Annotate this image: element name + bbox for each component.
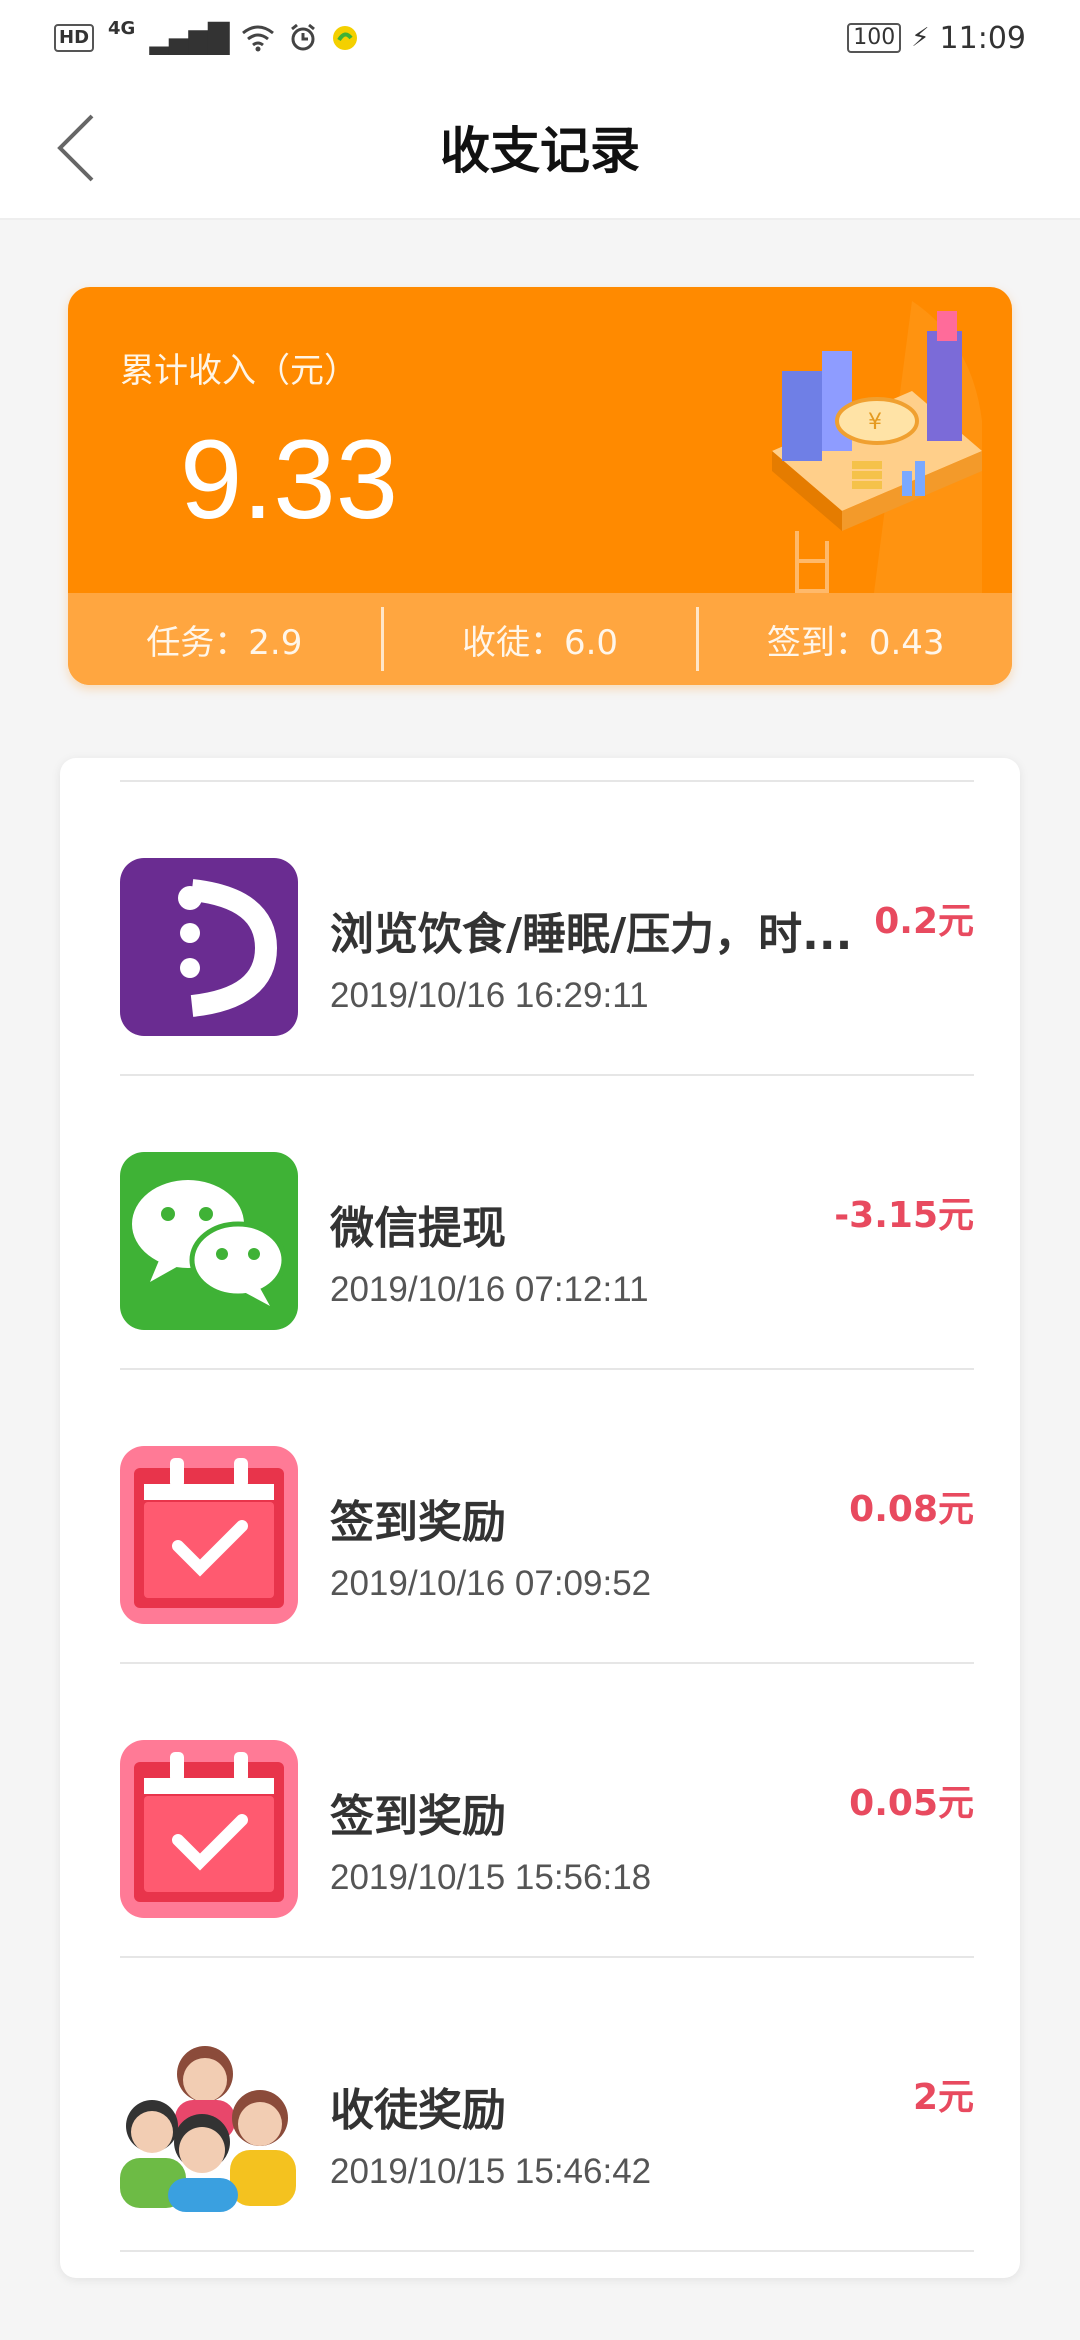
record-time: 2019/10/16 16:29:11 [330,976,649,1015]
checkin-income: 签到：0.43 [766,622,945,663]
record-amount: -3.15元 [834,1195,974,1236]
battery-icon: 100 [847,23,902,53]
svg-text:¥: ¥ [868,410,882,435]
record-title: 浏览饮食/睡眠/压力，时... [330,909,853,960]
charging-icon: ⚡ [911,23,930,53]
record-title: 收徒奖励 [330,2085,506,2136]
record-amount: 0.08元 [849,1489,974,1530]
back-button[interactable] [36,108,116,188]
income-summary-card: 累计收入（元） 9.33 ¥ 任务：2.9 收徒：6.0 签到：0.43 [68,287,1012,685]
disciple-income: 收徒：6.0 [461,622,619,663]
list-item[interactable]: 浏览饮食/睡眠/压力，时... 2019/10/16 16:29:11 0.2元 [60,780,1020,1074]
wechat-icon [120,1152,298,1330]
record-time: 2019/10/15 15:46:42 [330,2152,652,2191]
calendar-check-icon [120,1446,298,1624]
app-notification-icon [333,26,358,50]
list-item[interactable]: 签到奖励 2019/10/16 07:09:52 0.08元 [60,1368,1020,1662]
record-amount: 0.05元 [849,1783,974,1824]
chevron-left-icon [57,114,94,182]
page-title: 收支记录 [440,122,640,180]
task-income: 任务：2.9 [146,622,303,663]
signal-icon: ▂▄▆█ [149,21,229,55]
network-indicator: 4G [108,17,136,39]
records-list: 浏览饮食/睡眠/压力，时... 2019/10/16 16:29:11 0.2元… [60,758,1020,2278]
record-amount: 0.2元 [874,901,974,942]
record-title: 签到奖励 [330,1497,506,1548]
list-item[interactable]: 签到奖励 2019/10/15 15:56:18 0.05元 [60,1662,1020,1956]
alarm-icon [291,23,316,51]
record-time: 2019/10/16 07:09:52 [330,1564,652,1603]
record-time: 2019/10/16 07:12:11 [330,1270,649,1309]
divider [120,2250,974,2252]
hd-indicator: HD [54,24,95,52]
income-breakdown: 任务：2.9 收徒：6.0 签到：0.43 [68,593,1012,685]
record-title: 签到奖励 [330,1791,506,1842]
total-income-label: 累计收入（元） [120,351,358,391]
record-amount: 2元 [912,2077,974,2118]
record-time: 2019/10/15 15:56:18 [330,1858,652,1897]
calendar-check-icon [120,1740,298,1918]
wifi-icon [242,25,275,52]
status-bar: HD 4G ▂▄▆█ 100 ⚡ 11:09 [0,0,1080,76]
total-income-value: 9.33 [180,417,398,542]
list-item[interactable]: 微信提现 2019/10/16 07:12:11 -3.15元 [60,1074,1020,1368]
purple-app-icon [120,858,298,1036]
list-item[interactable]: 收徒奖励 2019/10/15 15:46:42 2元 [60,1956,1020,2250]
page-header: 收支记录 [0,76,1080,220]
people-group-icon [120,2034,298,2212]
clock-time: 11:09 [939,20,1026,56]
record-title: 微信提现 [330,1203,506,1254]
